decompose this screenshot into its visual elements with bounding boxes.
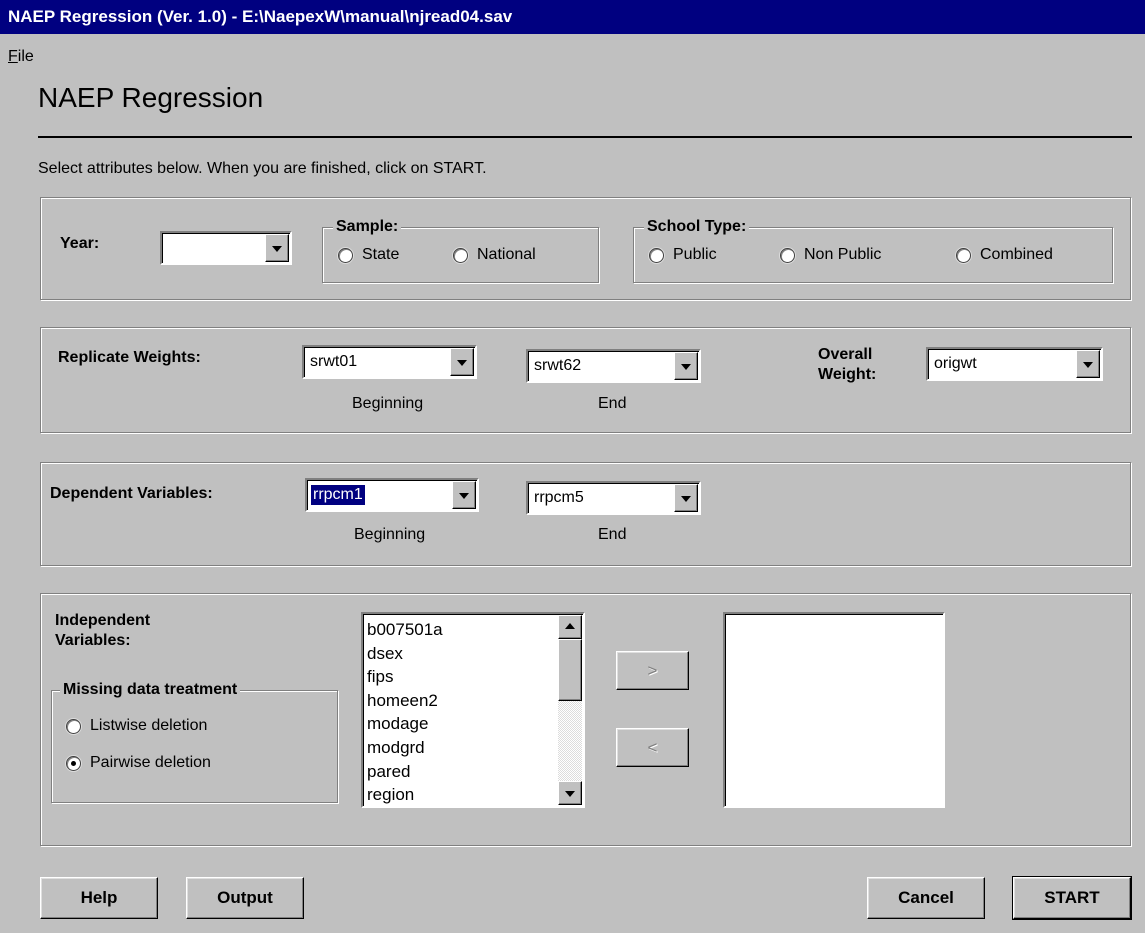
chevron-down-icon	[459, 493, 469, 499]
arrow-down-icon	[565, 791, 575, 797]
page-title: NAEP Regression	[38, 82, 264, 113]
dependent-beginning-value: rrpcm1	[310, 484, 366, 506]
arrow-up-icon	[565, 623, 575, 629]
school-combined-radio[interactable]: Combined	[956, 246, 1053, 264]
weights-beginning-caption: Beginning	[352, 395, 424, 412]
year-dropdown-button[interactable]	[265, 234, 289, 262]
weights-end-caption: End	[598, 395, 627, 412]
radio-circle-icon	[780, 247, 795, 263]
school-type-group: School Type: Public Non Public Combined	[633, 217, 1113, 283]
independent-label-line1: Independent	[55, 612, 151, 629]
missing-data-group: Missing data treatment Listwise deletion…	[51, 680, 338, 803]
year-select[interactable]	[160, 231, 292, 265]
menu-file-mnemonic: F	[8, 48, 18, 65]
dependent-end-caption: End	[598, 526, 627, 543]
help-button[interactable]: Help	[40, 877, 158, 919]
radio-selected-icon	[66, 755, 81, 771]
dependent-panel: Dependent Variables: rrpcm1 Beginning rr…	[40, 462, 1131, 566]
overall-weight-label-line1: Overall	[818, 346, 873, 363]
independent-label-line2: Variables:	[55, 632, 131, 649]
available-variables-list[interactable]: b007501a dsex fips homeen2 modage modgrd…	[361, 612, 585, 808]
list-item[interactable]: modage	[367, 712, 443, 736]
school-public-label: Public	[673, 246, 717, 263]
window-title-bar[interactable]: NAEP Regression (Ver. 1.0) - E:\NaepexW\…	[0, 0, 1145, 34]
overall-weight-select[interactable]: origwt	[926, 347, 1103, 381]
available-variables-items: b007501a dsex fips homeen2 modage modgrd…	[367, 618, 443, 807]
remove-variable-button[interactable]: <	[616, 728, 689, 767]
window-title: NAEP Regression (Ver. 1.0) - E:\NaepexW\…	[8, 7, 513, 26]
list-item[interactable]: fips	[367, 665, 443, 689]
list-item[interactable]: modgrd	[367, 736, 443, 760]
weights-beginning-dropdown-button[interactable]	[450, 348, 474, 376]
instructions-text: Select attributes below. When you are fi…	[38, 160, 487, 177]
chevron-down-icon	[457, 360, 467, 366]
weights-end-dropdown-button[interactable]	[674, 352, 698, 380]
menu-bar: File	[0, 34, 1145, 68]
overall-weight-dropdown-button[interactable]	[1076, 350, 1100, 378]
list-item[interactable]: b007501a	[367, 618, 443, 642]
overall-weight-value: origwt	[934, 355, 977, 372]
school-type-legend: School Type:	[644, 217, 750, 237]
list-item[interactable]: homeen2	[367, 689, 443, 713]
scroll-down-button[interactable]	[558, 781, 582, 805]
weights-beginning-select[interactable]: srwt01	[302, 345, 477, 379]
school-public-radio[interactable]: Public	[649, 246, 717, 264]
overall-weight-label: Overall Weight:	[818, 345, 876, 385]
selected-variables-list[interactable]	[723, 612, 945, 808]
dependent-beginning-select[interactable]: rrpcm1	[305, 478, 479, 512]
weights-beginning-value: srwt01	[310, 353, 358, 370]
school-nonpublic-radio[interactable]: Non Public	[780, 246, 881, 264]
sample-group: Sample: State National	[322, 217, 599, 283]
chevron-down-icon	[681, 364, 691, 370]
replicate-weights-label: Replicate Weights:	[58, 349, 201, 366]
sample-state-radio[interactable]: State	[338, 246, 399, 264]
overall-weight-label-line2: Weight:	[818, 366, 877, 383]
menu-file-label: ile	[17, 48, 34, 65]
radio-circle-icon	[956, 247, 971, 263]
school-nonpublic-label: Non Public	[804, 246, 882, 263]
add-variable-button[interactable]: >	[616, 651, 689, 690]
dependent-end-value: rrpcm5	[534, 489, 584, 506]
radio-circle-icon	[453, 247, 468, 263]
sample-legend: Sample:	[333, 217, 402, 237]
menu-file[interactable]: File	[8, 48, 34, 66]
header-divider	[38, 136, 1132, 138]
dependent-beginning-dropdown-button[interactable]	[452, 481, 476, 509]
available-variables-scrollbar[interactable]	[558, 615, 582, 805]
scroll-up-button[interactable]	[558, 615, 582, 639]
school-combined-label: Combined	[980, 246, 1053, 263]
pairwise-deletion-label: Pairwise deletion	[90, 754, 211, 771]
dependent-end-select[interactable]: rrpcm5	[526, 481, 701, 515]
radio-circle-icon	[66, 718, 81, 734]
chevron-down-icon	[272, 246, 282, 252]
dependent-end-dropdown-button[interactable]	[674, 484, 698, 512]
list-item[interactable]: region	[367, 783, 443, 807]
dependent-variables-label: Dependent Variables:	[50, 485, 213, 502]
sample-national-label: National	[477, 246, 536, 263]
weights-panel: Replicate Weights: srwt01 Beginning srwt…	[40, 327, 1131, 433]
weights-end-select[interactable]: srwt62	[526, 349, 701, 383]
output-button[interactable]: Output	[186, 877, 304, 919]
independent-panel: Independent Variables: Missing data treat…	[40, 593, 1131, 846]
list-item[interactable]: pared	[367, 760, 443, 784]
listwise-deletion-radio[interactable]: Listwise deletion	[66, 717, 207, 735]
start-button[interactable]: START	[1012, 876, 1132, 920]
dependent-beginning-caption: Beginning	[354, 526, 426, 543]
sample-national-radio[interactable]: National	[453, 246, 536, 264]
weights-end-value: srwt62	[534, 357, 582, 374]
independent-variables-label: Independent Variables:	[55, 611, 150, 651]
list-item[interactable]: dsex	[367, 642, 443, 666]
sample-state-label: State	[362, 246, 400, 263]
attributes-panel: Year: Sample: State National School Type…	[40, 197, 1131, 300]
pairwise-deletion-radio[interactable]: Pairwise deletion	[66, 754, 211, 772]
cancel-button[interactable]: Cancel	[867, 877, 985, 919]
scroll-thumb[interactable]	[558, 639, 582, 701]
radio-circle-icon	[338, 247, 353, 263]
year-label: Year:	[60, 235, 100, 252]
chevron-down-icon	[681, 496, 691, 502]
missing-data-legend: Missing data treatment	[60, 680, 241, 700]
radio-circle-icon	[649, 247, 664, 263]
chevron-down-icon	[1083, 362, 1093, 368]
listwise-deletion-label: Listwise deletion	[90, 717, 208, 734]
